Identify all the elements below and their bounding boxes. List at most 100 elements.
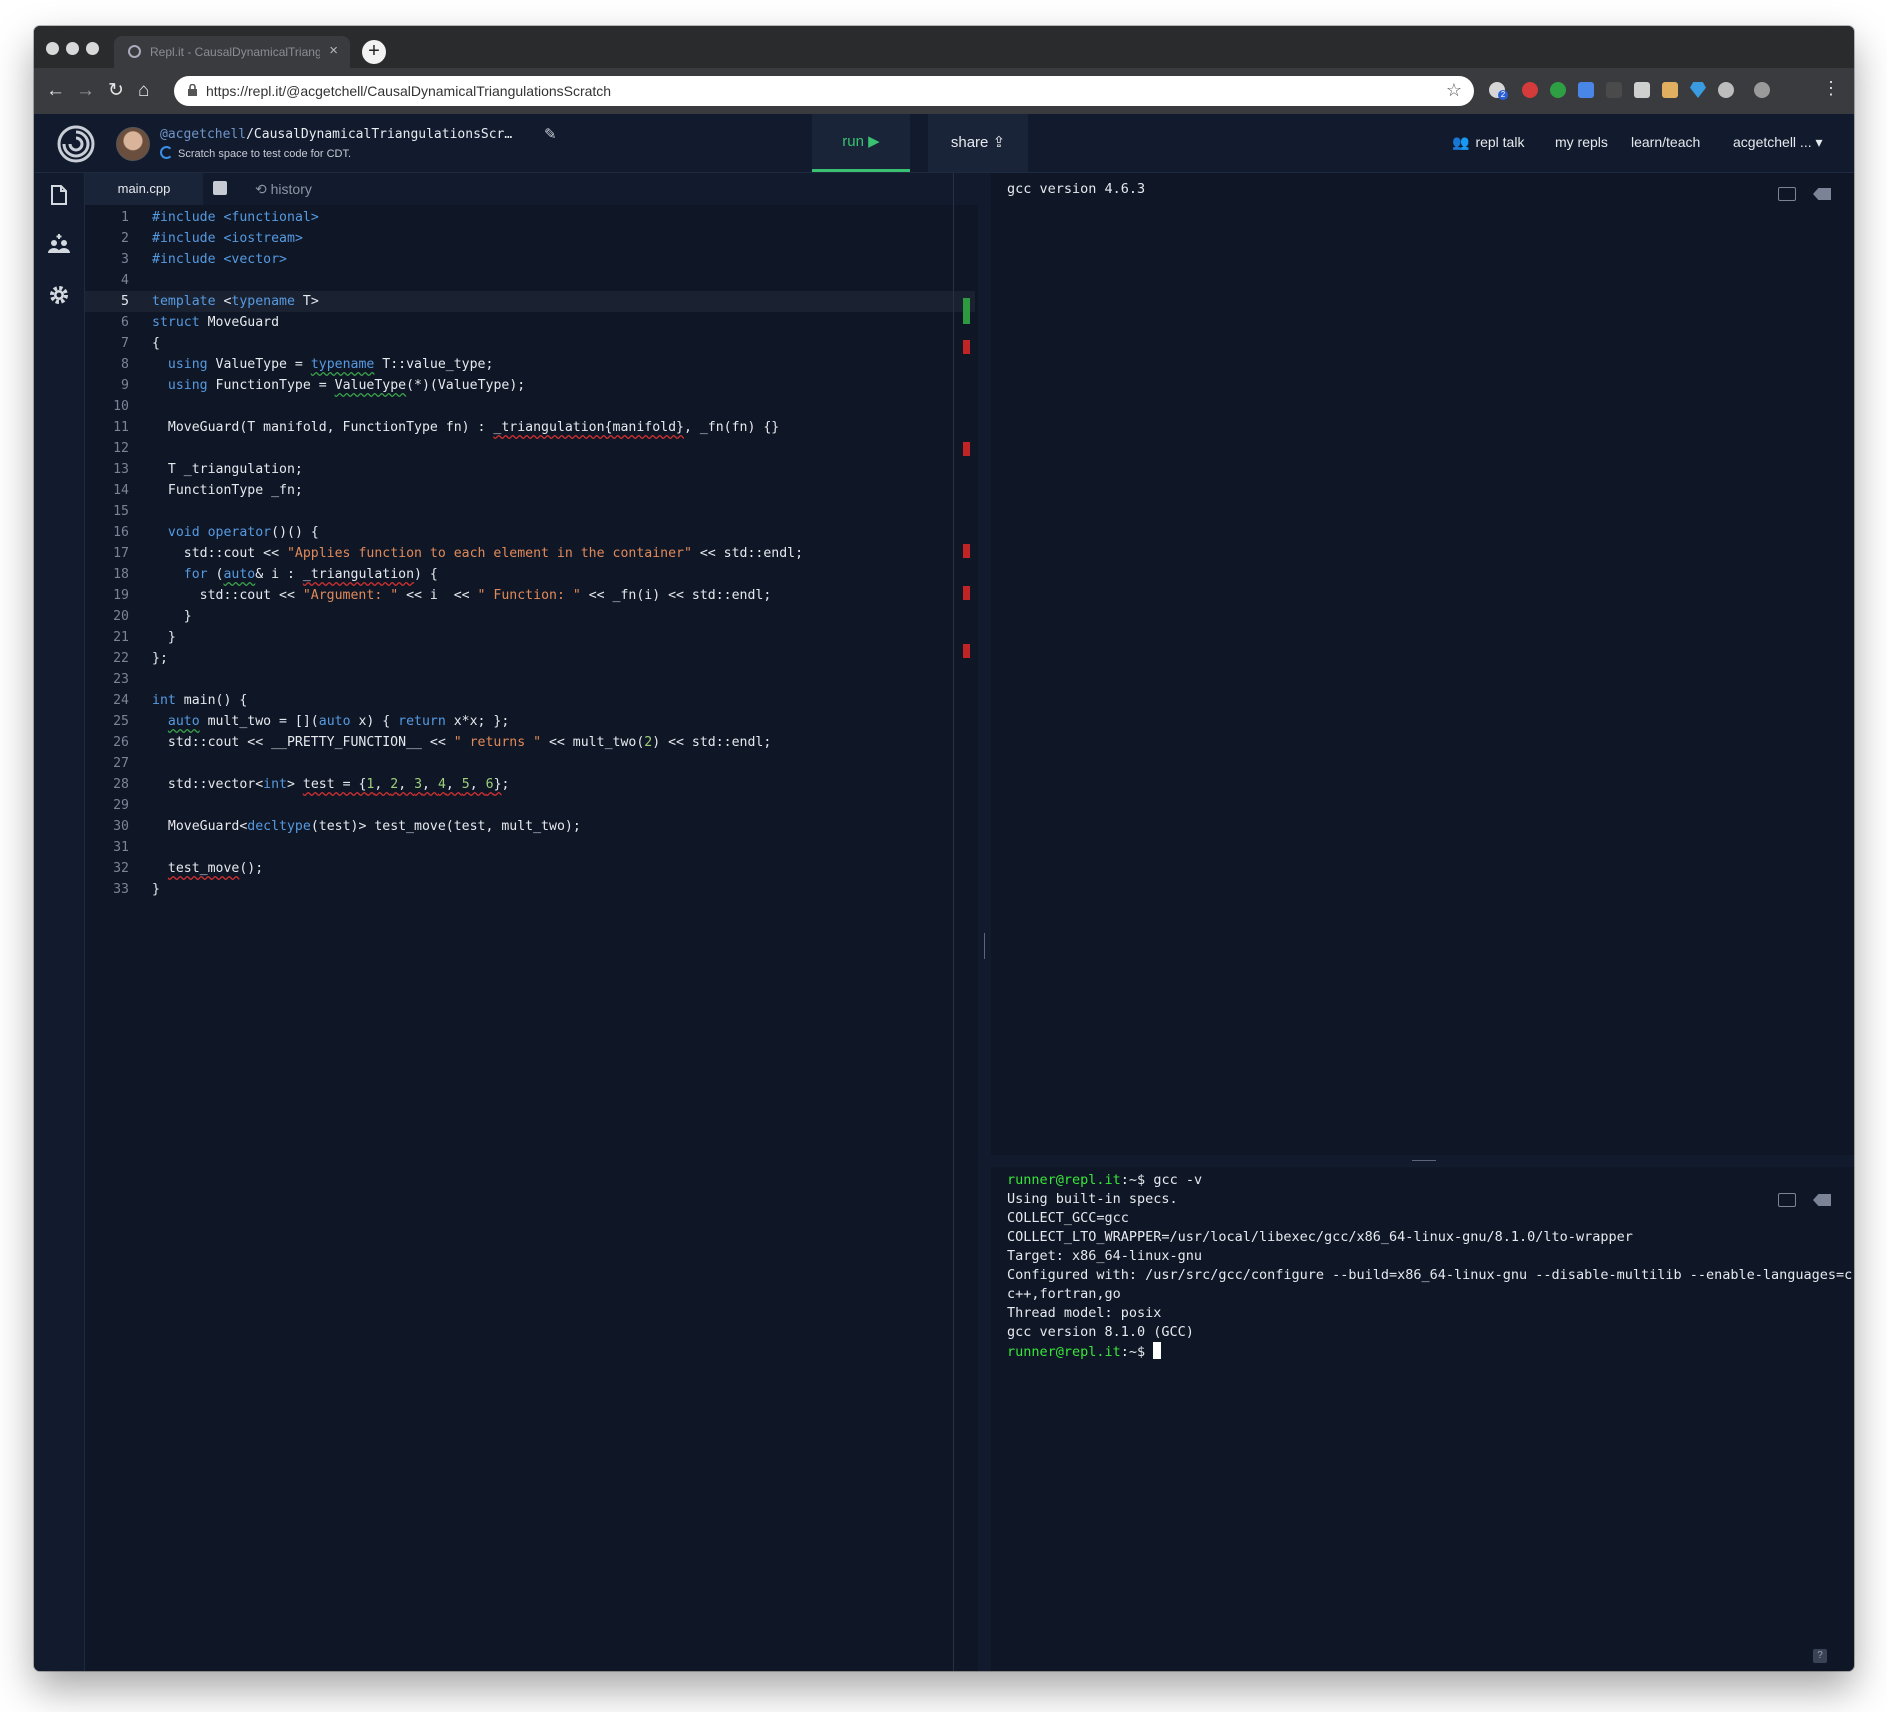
code-line[interactable]: 16 void operator()() { (85, 522, 975, 543)
terminal-line: gcc version 8.1.0 (GCC) (1007, 1324, 1194, 1340)
code-line[interactable]: 17 std::cout << "Applies function to eac… (85, 543, 975, 564)
replit-logo-icon[interactable] (56, 124, 96, 164)
browser-tab[interactable]: Repl.it - CausalDynamicalTriangulationsS… (114, 36, 350, 68)
replit-favicon-icon (128, 45, 141, 58)
code-line[interactable]: 21 } (85, 627, 975, 648)
vertical-split-handle[interactable] (978, 173, 991, 1671)
code-line[interactable]: 26 std::cout << __PRETTY_FUNCTION__ << "… (85, 732, 975, 753)
files-icon[interactable] (47, 183, 71, 207)
code-line[interactable]: 4 (85, 270, 975, 291)
code-line[interactable]: 12 (85, 438, 975, 459)
learn-teach-link[interactable]: learn/teach (1631, 134, 1700, 150)
run-button[interactable]: run ▶ (812, 114, 910, 172)
tab-history[interactable]: ⟲ history (255, 173, 312, 205)
code-line[interactable]: 6 struct MoveGuard (85, 312, 975, 333)
terminal-line: Configured with: /usr/src/gcc/configure … (1007, 1267, 1854, 1283)
code-line[interactable]: 15 (85, 501, 975, 522)
code-line[interactable]: 7{ (85, 333, 975, 354)
code-line[interactable]: 27 (85, 753, 975, 774)
split-grip (1412, 1160, 1436, 1161)
code-line[interactable]: 11 MoveGuard(T manifold, FunctionType fn… (85, 417, 975, 438)
help-icon[interactable]: ? (1813, 1649, 1827, 1663)
code-editor[interactable]: main.cpp ⟲ history 1 #include <functional… (85, 173, 1003, 1671)
docs-extension-icon[interactable] (1578, 82, 1594, 98)
code-line[interactable]: 22}; (85, 648, 975, 669)
profile-icon[interactable] (1754, 82, 1770, 98)
code-line-active[interactable]: 5 template <typename T> (85, 291, 975, 312)
error-marker[interactable] (963, 442, 970, 456)
repl-title[interactable]: @acgetchell/CausalDynamicalTriangulation… (160, 127, 512, 142)
code-line[interactable]: 9 using FunctionType = ValueType(*)(Valu… (85, 375, 975, 396)
terminal-line: Thread model: posix (1007, 1305, 1162, 1321)
new-tab-button[interactable]: + (362, 40, 386, 64)
error-marker[interactable] (963, 644, 970, 658)
code-line[interactable]: 23 (85, 669, 975, 690)
open-icon[interactable] (1778, 1193, 1796, 1207)
lock-icon (188, 84, 197, 96)
address-bar[interactable]: https://repl.it/@acgetchell/CausalDynami… (174, 76, 1474, 106)
repl-description: Scratch space to test code for CDT. (160, 146, 351, 160)
code-line[interactable]: 20 } (85, 606, 975, 627)
code-line[interactable]: 10 (85, 396, 975, 417)
code-line[interactable]: 25 auto mult_two = [](auto x) { return x… (85, 711, 975, 732)
repl-name[interactable]: /CausalDynamicalTriangulationsScr… (246, 127, 512, 142)
share-label: share (950, 134, 989, 151)
code-line[interactable]: 2 #include <iostream> (85, 228, 975, 249)
extension-icon[interactable]: 2 (1489, 82, 1508, 100)
diamond-extension-icon[interactable] (1690, 82, 1706, 98)
back-icon[interactable]: ← (46, 79, 65, 103)
ublock-extension-icon[interactable] (1522, 82, 1538, 98)
output-pane[interactable]: gcc version 4.6.3 (991, 173, 1854, 1155)
editor-tabs: main.cpp ⟲ history (85, 173, 1003, 205)
home-icon[interactable]: ⌂ (138, 79, 149, 103)
share-button[interactable]: share ⇪ (928, 114, 1028, 172)
code-line[interactable]: 3 #include <vector> (85, 249, 975, 270)
repl-owner[interactable]: @acgetchell (160, 127, 246, 142)
code-line[interactable]: 30 MoveGuard<decltype(test)> test_move(t… (85, 816, 975, 837)
tab-main-cpp[interactable]: main.cpp (85, 173, 203, 205)
open-icon[interactable] (1778, 187, 1796, 201)
close-window-button[interactable] (46, 42, 59, 55)
code-line[interactable]: 19 std::cout << "Argument: " << i << " F… (85, 585, 975, 606)
tab-close-icon[interactable]: × (329, 42, 338, 59)
forward-icon[interactable]: → (76, 79, 95, 103)
settings-icon[interactable] (47, 283, 71, 307)
code-line[interactable]: 13 T _triangulation; (85, 459, 975, 480)
minimize-window-button[interactable] (66, 42, 79, 55)
terminal-input-line[interactable]: runner@repl.it:~$ (1007, 1342, 1854, 1362)
code-line[interactable]: 8 using ValueType = typename T::value_ty… (85, 354, 975, 375)
extension-icon[interactable] (1634, 82, 1650, 98)
repl-talk-link[interactable]: 👥 repl talk (1452, 134, 1524, 151)
code-line[interactable]: 33} (85, 879, 975, 900)
code-line[interactable]: 31 (85, 837, 975, 858)
reload-icon[interactable]: ↻ (108, 79, 124, 103)
extension-icon[interactable] (1662, 82, 1678, 98)
my-repls-link[interactable]: my repls (1555, 134, 1608, 150)
editor-scrollbar[interactable] (953, 173, 954, 1671)
code-lines[interactable]: 1 #include <functional> 2 #include <iostre… (85, 207, 975, 900)
error-marker[interactable] (963, 340, 970, 354)
star-icon[interactable]: ☆ (1446, 80, 1462, 101)
horizontal-split-handle[interactable] (991, 1155, 1854, 1167)
code-line[interactable]: 29 (85, 795, 975, 816)
file-list-icon[interactable] (213, 181, 227, 195)
pocket-extension-icon[interactable] (1718, 82, 1734, 98)
code-line[interactable]: 14 FunctionType _fn; (85, 480, 975, 501)
avatar[interactable] (116, 127, 150, 161)
extension-icon[interactable] (1606, 82, 1622, 98)
user-menu[interactable]: acgetchell ... ▾ (1733, 134, 1823, 151)
multiplayer-icon[interactable] (47, 233, 71, 257)
code-line[interactable]: 32 test_move(); (85, 858, 975, 879)
code-line[interactable]: 28 std::vector<int> test = {1, 2, 3, 4, … (85, 774, 975, 795)
clear-icon[interactable] (1813, 188, 1831, 200)
evernote-extension-icon[interactable] (1550, 82, 1566, 98)
zoom-window-button[interactable] (86, 42, 99, 55)
browser-menu-icon[interactable]: ⋮ (1822, 78, 1840, 99)
error-marker[interactable] (963, 544, 970, 558)
terminal-pane[interactable]: runner@repl.it:~$ gcc -v Using built-in s… (991, 1167, 1854, 1671)
pencil-icon[interactable]: ✎ (544, 125, 557, 143)
code-line[interactable]: 24 int main() { (85, 690, 975, 711)
error-marker[interactable] (963, 586, 970, 600)
code-line[interactable]: 1 #include <functional> (85, 207, 975, 228)
code-line[interactable]: 18 for (auto& i : _triangulation) { (85, 564, 975, 585)
